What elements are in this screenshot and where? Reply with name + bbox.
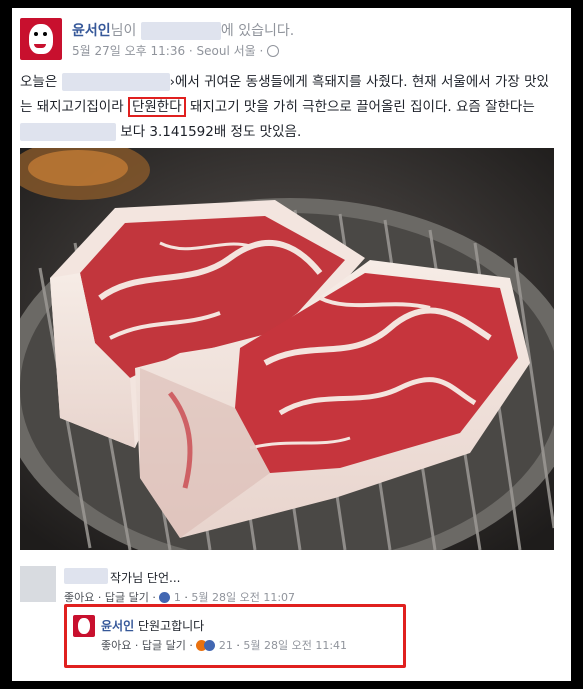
reply-actions: 좋아요 · 답글 달기 · 21 · 5월 28일 오전 11:41 [101, 639, 348, 652]
reply-reply-link[interactable]: 답글 달기 [142, 639, 186, 652]
reply-line: 윤서인 단원고합니다 [101, 617, 204, 634]
post-photo-pork-on-grill[interactable] [20, 148, 554, 550]
reply-text: 단원고합니다 [137, 619, 205, 633]
highlighted-word: 단원한다 [127, 97, 186, 117]
reply-author-avatar[interactable] [73, 615, 95, 637]
comments-section: 작가님 단언... 좋아요 · 답글 달기 · 1 · 5월 28일 오전 11… [20, 560, 563, 680]
blurred-name [61, 73, 170, 91]
pork-photo-illustration [20, 148, 554, 550]
blurred-name-2 [20, 123, 116, 141]
like-reaction-icon[interactable] [204, 639, 216, 651]
comment-text: 작가님 단언... [110, 571, 181, 585]
location-suffix: 에 있습니다. [220, 23, 295, 39]
reply-reaction-count[interactable]: 21 [219, 639, 233, 652]
reply-link[interactable]: 답글 달기 [105, 591, 149, 604]
post-text-4: 보다 3.141592배 정도 맛있음. [120, 124, 302, 140]
reply-time[interactable]: 5월 28일 오전 11:41 [243, 639, 347, 652]
post-place[interactable]: Seoul 서울 [197, 44, 256, 58]
post-text-1: 오늘은 [20, 74, 58, 90]
comment-time[interactable]: 5월 28일 오전 11:07 [191, 591, 295, 604]
post-timestamp[interactable]: 5월 27일 오후 11:36 [72, 44, 185, 58]
author-line: 윤서인님이 에 있습니다. [72, 20, 294, 40]
like-reaction-icon[interactable] [159, 591, 171, 603]
reply-comment-highlighted: 윤서인 단원고합니다 좋아요 · 답글 달기 · 21 · 5월 28일 오전 … [64, 604, 406, 668]
author-suffix: 님이 [110, 23, 137, 39]
globe-icon [267, 44, 280, 57]
like-link[interactable]: 좋아요 [64, 591, 94, 604]
post-text-3: 돼지고기 맛을 가히 극한으로 끌어올린 집이다. 요즘 잘한다는 [189, 99, 535, 115]
reply-like-link[interactable]: 좋아요 [101, 639, 131, 652]
facebook-post-card: 윤서인님이 에 있습니다. 5월 27일 오후 11:36 · Seoul 서울… [12, 8, 571, 681]
post-body: 오늘은 ›에서 귀여운 동생들에게 흑돼지를 사줬다. 현재 서울에서 가장 맛… [20, 70, 556, 145]
author-avatar[interactable] [20, 18, 62, 60]
reply-author-name[interactable]: 윤서인 [101, 619, 134, 633]
post-header: 윤서인님이 에 있습니다. 5월 27일 오후 11:36 · Seoul 서울… [20, 16, 563, 64]
comment-actions: 좋아요 · 답글 달기 · 1 · 5월 28일 오전 11:07 [64, 591, 296, 604]
post-meta: 5월 27일 오후 11:36 · Seoul 서울 · [72, 42, 280, 59]
blurred-location [140, 22, 221, 40]
reaction-count[interactable]: 1 [174, 591, 181, 604]
author-name[interactable]: 윤서인 [72, 23, 111, 39]
commenter-name-blurred[interactable] [64, 568, 108, 584]
commenter-avatar-blurred[interactable] [20, 566, 56, 602]
